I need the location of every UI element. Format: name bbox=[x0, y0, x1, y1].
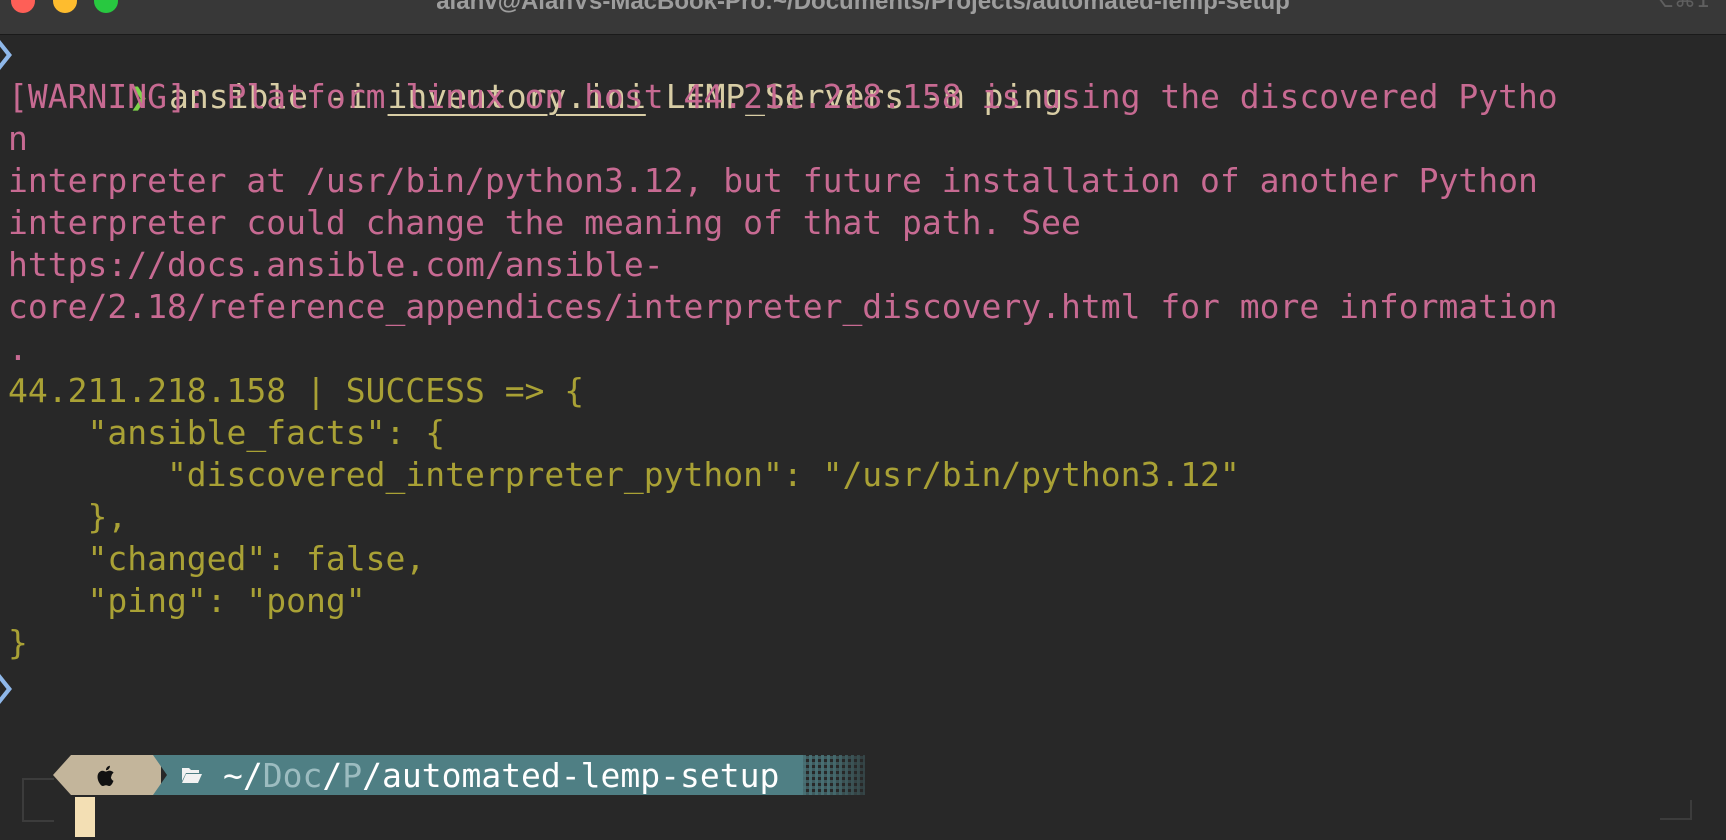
prompt-frame-right bbox=[1660, 800, 1692, 820]
command-line: ❯ ansible -i inventory.ini LEMP_Servers … bbox=[0, 34, 1063, 116]
text-cursor[interactable] bbox=[75, 797, 95, 837]
warning-line: interpreter at /usr/bin/python3.12, but … bbox=[8, 161, 1538, 200]
title-bar[interactable]: alanv@AlanVs-MacBook-Pro:~/Documents/Pro… bbox=[0, 0, 1726, 35]
path-separator: / bbox=[362, 755, 382, 795]
result-line: 44.211.218.158 | SUCCESS => { bbox=[8, 371, 585, 410]
path-home: ~/ bbox=[223, 755, 263, 795]
warning-line: n bbox=[8, 119, 28, 158]
os-segment bbox=[53, 755, 161, 795]
result-line: }, bbox=[8, 497, 128, 536]
path-documents-abbrev: Doc bbox=[262, 755, 323, 795]
path-projects-abbrev: P bbox=[342, 755, 363, 795]
warning-line: interpreter could change the meaning of … bbox=[8, 203, 1081, 242]
warning-line: [WARNING]: Platform linux on host 44.211… bbox=[8, 77, 1558, 116]
warning-url-line[interactable]: https://docs.ansible.com/ansible- bbox=[8, 244, 664, 286]
prompt-fade-segment bbox=[803, 755, 866, 795]
prompt-frame-left bbox=[22, 778, 54, 822]
result-line: } bbox=[8, 623, 28, 662]
result-line: "changed": false, bbox=[8, 539, 426, 578]
folder-open-icon bbox=[182, 768, 202, 783]
terminal-window: alanv@AlanVs-MacBook-Pro:~/Documents/Pro… bbox=[0, 0, 1726, 840]
directory-segment: ~/Doc / P / automated-lemp-setup bbox=[153, 755, 804, 795]
prompt-marker-icon bbox=[0, 40, 12, 70]
result-line: "ping": "pong" bbox=[8, 581, 366, 620]
apple-icon bbox=[97, 765, 114, 787]
window-shortcut-label: ⌥⌘1 bbox=[1648, 0, 1710, 13]
prompt-marker-icon bbox=[0, 674, 12, 704]
path-current-directory: automated-lemp-setup bbox=[381, 755, 780, 795]
powerline-prompt: ~/Doc / P / automated-lemp-setup bbox=[53, 755, 866, 795]
result-line: "discovered_interpreter_python": "/usr/b… bbox=[8, 455, 1240, 494]
warning-line: . bbox=[8, 329, 28, 368]
window-title: alanv@AlanVs-MacBook-Pro:~/Documents/Pro… bbox=[436, 0, 1290, 15]
terminal-output[interactable]: ❯ ansible -i inventory.ini LEMP_Servers … bbox=[0, 34, 1726, 840]
warning-url-line[interactable]: core/2.18/reference_appendices/interpret… bbox=[8, 286, 1558, 328]
result-line: "ansible_facts": { bbox=[8, 413, 446, 452]
path-separator: / bbox=[322, 755, 343, 795]
